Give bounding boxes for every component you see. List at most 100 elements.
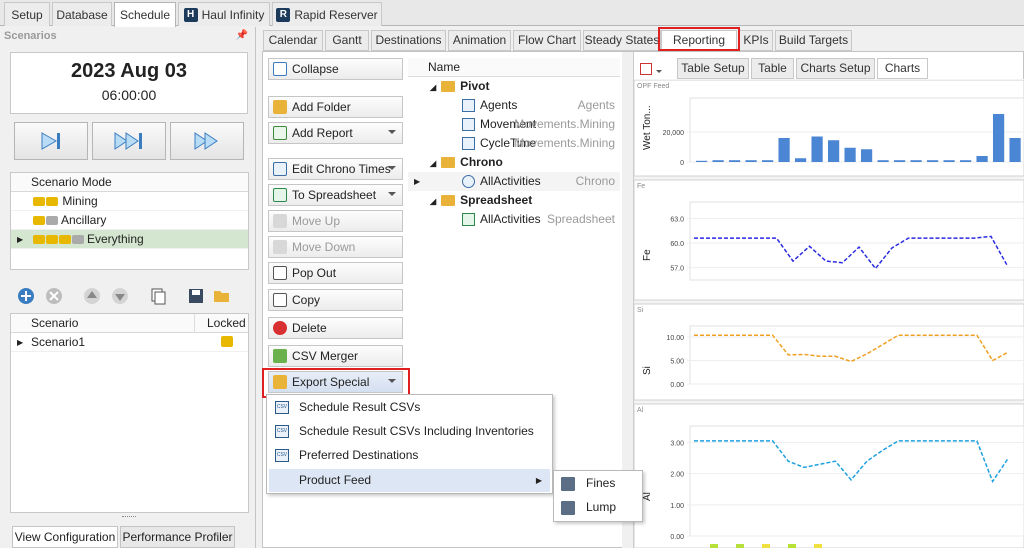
truck-icon — [72, 235, 84, 245]
spreadsheet-label: Spreadsheet — [460, 193, 533, 207]
pivot-label: Pivot — [460, 79, 490, 93]
expand-icon[interactable]: ◢ — [430, 159, 436, 168]
tab-steady-states[interactable]: Steady States — [583, 30, 661, 51]
tree-item-cycletime[interactable]: CycleTime Movements.Mining — [408, 134, 620, 153]
tree-folder-spreadsheet[interactable]: ◢ Spreadsheet — [408, 191, 620, 210]
add-scenario-button[interactable] — [16, 286, 36, 306]
tab-table[interactable]: Table — [751, 58, 794, 79]
y-tick-label: 0 — [680, 160, 684, 167]
tab-charts-setup[interactable]: Charts Setup — [796, 58, 875, 79]
move-down-button[interactable]: Move Down — [268, 236, 403, 258]
step-multiple-icon — [114, 132, 142, 150]
pop-out-button[interactable]: Pop Out — [268, 262, 403, 284]
copy-scenario-button[interactable] — [148, 286, 168, 306]
move-up-button[interactable]: Move Up — [268, 210, 403, 232]
tab-table-setup[interactable]: Table Setup — [677, 58, 749, 79]
csv-merger-label: CSV Merger — [292, 349, 359, 363]
menu-item-schedule-result-csvs-inventories[interactable]: CSV Schedule Result CSVs Including Invent… — [269, 420, 550, 443]
collapse-label: Collapse — [292, 62, 339, 76]
chart-title: Si — [637, 307, 644, 314]
spreadsheet-icon — [273, 188, 287, 202]
splitter-grip[interactable] — [122, 516, 136, 519]
tree-item-movement[interactable]: Movement Movements.Mining — [408, 115, 620, 134]
tab-charts[interactable]: Charts — [877, 58, 928, 79]
truck-icon — [46, 197, 58, 207]
tree-item-allactivities-spreadsheet[interactable]: AllActivities Spreadsheet — [408, 210, 620, 229]
truck-icon — [46, 235, 58, 245]
y-tick-label: 60.0 — [670, 241, 684, 248]
charts-svg: OPF Feed Wet Ton... 20,000 0 Fe Fe 63.0 60.0 57.… — [634, 80, 1024, 548]
mode-row-mining[interactable]: Mining — [11, 192, 248, 211]
move-up-label: Move Up — [292, 214, 341, 228]
mode-row-everything[interactable]: ▶ Everything — [11, 230, 248, 249]
tab-view-configuration[interactable]: View Configuration — [12, 526, 118, 548]
scenario-name: Scenario1 — [31, 335, 86, 349]
expand-icon[interactable]: ◢ — [430, 197, 436, 206]
cycletime-type: Movements.Mining — [514, 136, 615, 150]
bar — [778, 138, 790, 162]
legend-swatch — [814, 544, 822, 548]
submenu-item-fines[interactable]: Fines — [556, 472, 642, 495]
arrow-down-icon — [112, 288, 128, 304]
remove-scenario-button[interactable] — [44, 286, 64, 306]
row-pointer-icon: ▶ — [17, 338, 24, 347]
tab-database[interactable]: Database — [52, 2, 112, 26]
expand-icon[interactable]: ◢ — [430, 83, 436, 92]
tree-item-agents[interactable]: Agents Agents — [408, 96, 620, 115]
pop-out-label: Pop Out — [292, 266, 337, 280]
tree-item-allactivities-chrono[interactable]: ▶ AllActivities Chrono — [408, 172, 620, 191]
date-display: 2023 Aug 03 06:00:00 — [10, 52, 248, 114]
pin-icon[interactable]: 📌 — [236, 30, 248, 41]
delete-icon — [273, 321, 287, 335]
scenarios-title: Scenarios — [4, 30, 57, 42]
clock-icon — [462, 175, 475, 189]
menu-item-preferred-destinations[interactable]: CSV Preferred Destinations — [269, 444, 550, 467]
tab-calendar[interactable]: Calendar — [263, 30, 323, 51]
to-spreadsheet-button[interactable]: To Spreadsheet — [268, 184, 403, 206]
tree-folder-pivot[interactable]: ◢ Pivot — [408, 77, 620, 96]
csv-merger-button[interactable]: CSV Merger — [268, 345, 403, 367]
lock-icon[interactable] — [221, 336, 233, 347]
tab-haul-infinity[interactable]: H Haul Infinity — [178, 2, 270, 26]
tab-schedule[interactable]: Schedule — [114, 2, 176, 27]
delete-button[interactable]: Delete — [268, 317, 403, 339]
open-scenario-button[interactable] — [212, 286, 232, 306]
bar — [844, 147, 856, 162]
submenu-item-lump[interactable]: Lump — [556, 496, 642, 519]
tab-destinations[interactable]: Destinations — [371, 30, 446, 51]
tab-kpis[interactable]: KPIs — [739, 30, 773, 51]
collapse-button[interactable]: Collapse — [268, 58, 403, 80]
scenario-row[interactable]: ▶ Scenario1 — [11, 333, 248, 352]
tab-gantt[interactable]: Gantt — [325, 30, 369, 51]
menu-item-product-feed[interactable]: Product Feed ▶ — [269, 469, 550, 492]
y-tick-label: 10.00 — [666, 335, 684, 342]
product-feed-submenu: Fines Lump — [553, 470, 643, 522]
step-button[interactable] — [14, 122, 88, 160]
tree-folder-chrono[interactable]: ◢ Chrono — [408, 153, 620, 172]
add-report-button[interactable]: Add Report — [268, 122, 403, 144]
chart-options-dropdown[interactable] — [640, 60, 670, 78]
menu-item-schedule-result-csvs[interactable]: CSV Schedule Result CSVs — [269, 396, 550, 419]
tab-animation[interactable]: Animation — [448, 30, 511, 51]
fast-forward-icon — [194, 132, 218, 150]
edit-chrono-times-button[interactable]: Edit Chrono Times — [268, 158, 403, 180]
y-tick-label: 2.00 — [670, 472, 684, 479]
tab-performance-profiler[interactable]: Performance Profiler — [120, 526, 235, 548]
tab-flow-chart[interactable]: Flow Chart — [513, 30, 581, 51]
tab-rapid-reserver[interactable]: R Rapid Reserver — [272, 2, 382, 26]
tab-setup[interactable]: Setup — [4, 2, 50, 26]
add-folder-button[interactable]: Add Folder — [268, 96, 403, 118]
folder-icon — [441, 157, 456, 169]
step-multiple-button[interactable] — [92, 122, 166, 160]
truck-icon — [46, 216, 58, 226]
fast-forward-button[interactable] — [170, 122, 244, 160]
locked-column-header: Locked — [194, 314, 246, 333]
bar — [976, 156, 988, 162]
move-up-scenario-button[interactable] — [82, 286, 102, 306]
save-scenario-button[interactable] — [186, 286, 206, 306]
move-down-scenario-button[interactable] — [110, 286, 130, 306]
mode-row-ancillary[interactable]: Ancillary — [11, 211, 248, 230]
edit-chrono-icon — [273, 162, 287, 176]
tab-build-targets[interactable]: Build Targets — [775, 30, 852, 51]
copy-button[interactable]: Copy — [268, 289, 403, 311]
